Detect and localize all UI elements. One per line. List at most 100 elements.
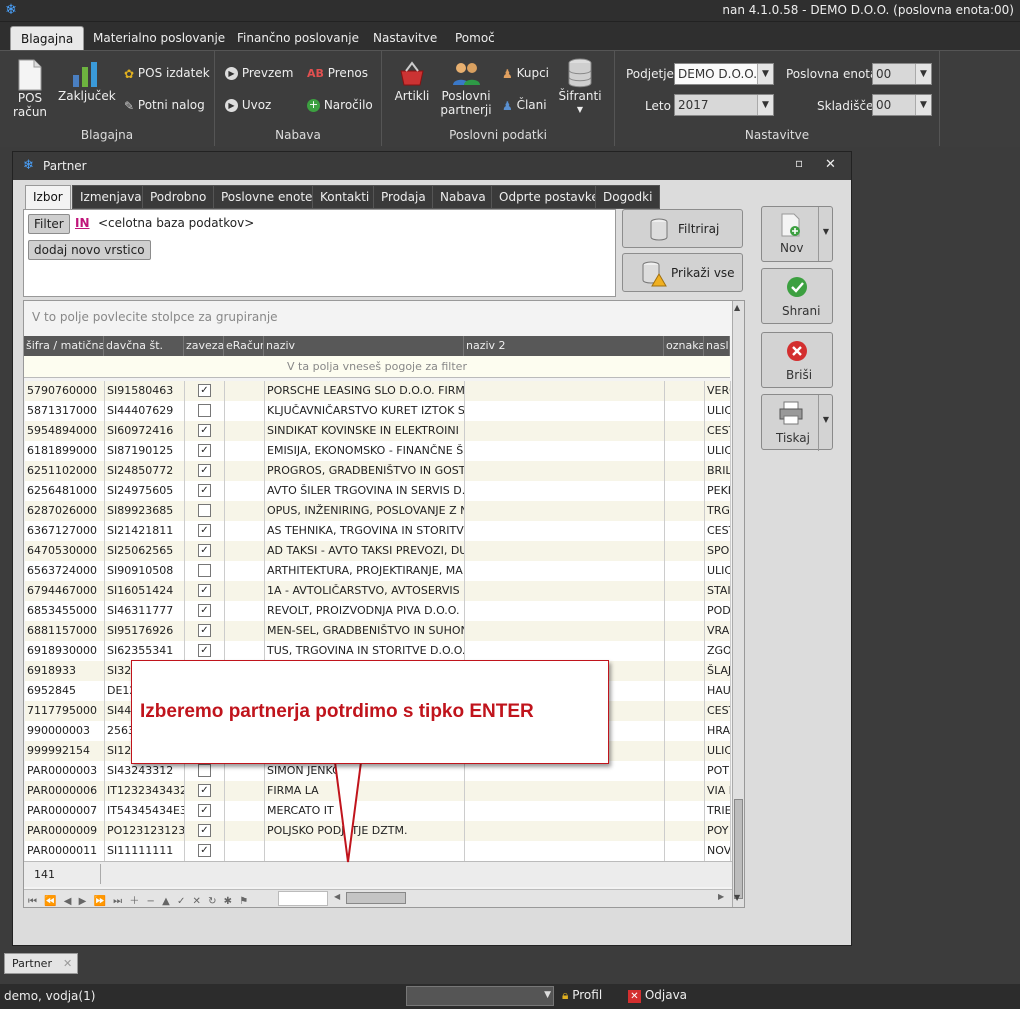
chevron-down-icon[interactable]: ▼ — [544, 990, 551, 1000]
pos-racun-button[interactable]: POS račun — [8, 59, 52, 119]
cell-naziv[interactable]: MEN-SEL, GRADBENIŠTVO IN SUHON — [265, 621, 465, 641]
menu-tab-financno-poslovanje[interactable]: Finančno poslovanje — [227, 28, 369, 50]
cell-naslov[interactable]: CEST — [705, 421, 731, 441]
sifranti-button[interactable]: Šifranti ▼ — [558, 57, 602, 117]
cell-davcna[interactable]: SI11111111 — [105, 841, 185, 861]
cell-sifra[interactable]: 6470530000 — [25, 541, 105, 561]
cell-naziv2[interactable] — [465, 601, 665, 621]
zaveza-checkbox[interactable] — [198, 404, 211, 417]
cell-eracun[interactable] — [225, 601, 265, 621]
pos-izdatek-button[interactable]: ✿ POS izdatek — [124, 66, 210, 81]
cell-sifra[interactable]: PAR0000003 — [25, 761, 105, 781]
navigator-icons[interactable]: ⏮ ⏪ ◀ ▶ ⏩ ⏭ ＋ − ▲ ✓ ✕ ↻ ✱ ⚑ — [28, 892, 250, 907]
scroll-down-icon[interactable]: ▼ — [734, 893, 740, 902]
cell-eracun[interactable] — [225, 421, 265, 441]
cell-sifra[interactable]: PAR0000006 — [25, 781, 105, 801]
cell-oznaka[interactable] — [665, 741, 705, 761]
cell-oznaka[interactable] — [665, 421, 705, 441]
cell-davcna[interactable]: IT54345434E32 — [105, 801, 185, 821]
table-row[interactable]: PAR0000003 SI43243312 SIMON JENKO POT — [25, 761, 731, 781]
cell-oznaka[interactable] — [665, 401, 705, 421]
cell-naslov[interactable]: VERO — [705, 381, 731, 401]
column-header-oznaka[interactable]: oznaka — [664, 336, 704, 356]
shrani-button[interactable]: Shrani — [761, 268, 833, 324]
in-operator[interactable]: IN — [75, 216, 90, 230]
cell-sifra[interactable]: 6181899000 — [25, 441, 105, 461]
cell-naziv2[interactable] — [465, 441, 665, 461]
cell-sifra[interactable]: 6952845 — [25, 681, 105, 701]
cell-zaveza[interactable]: ✓ — [185, 421, 225, 441]
cell-davcna[interactable]: SI46311777 — [105, 601, 185, 621]
cell-sifra[interactable]: 6853455000 — [25, 601, 105, 621]
zaveza-checkbox[interactable]: ✓ — [198, 584, 211, 597]
cell-naziv[interactable]: 1A - AVTOLIČARSTVO, AVTOSERVIS I — [265, 581, 465, 601]
cell-naslov[interactable]: TRG — [705, 501, 731, 521]
cell-naslov[interactable]: SPO — [705, 541, 731, 561]
cell-naziv[interactable]: EMISIJA, EKONOMSKO - FINANČNE Š — [265, 441, 465, 461]
filter-scope[interactable]: <celotna baza podatkov> — [98, 216, 254, 230]
chevron-down-icon[interactable]: ▼ — [818, 395, 833, 451]
cell-naziv[interactable]: SINDIKAT KOVINSKE IN ELEKTROINI — [265, 421, 465, 441]
clani-button[interactable]: ♟ Člani — [502, 98, 547, 113]
tab-izmenjava[interactable]: Izmenjava — [72, 185, 150, 209]
cell-oznaka[interactable] — [665, 381, 705, 401]
cell-naslov[interactable]: CEST — [705, 701, 731, 721]
cell-zaveza[interactable] — [185, 401, 225, 421]
tab-poslovne-enote[interactable]: Poslovne enote — [213, 185, 321, 209]
cell-zaveza[interactable]: ✓ — [185, 841, 225, 861]
cell-sifra[interactable]: 6918933 — [25, 661, 105, 681]
cell-eracun[interactable] — [225, 441, 265, 461]
cell-eracun[interactable] — [225, 781, 265, 801]
cell-zaveza[interactable]: ✓ — [185, 781, 225, 801]
zaveza-checkbox[interactable] — [198, 564, 211, 577]
zaveza-checkbox[interactable]: ✓ — [198, 844, 211, 857]
vertical-scroll-thumb[interactable] — [734, 799, 743, 899]
cell-davcna[interactable]: SI90910508 — [105, 561, 185, 581]
cell-naziv2[interactable] — [465, 581, 665, 601]
cell-davcna[interactable]: SI16051424 — [105, 581, 185, 601]
cell-naziv[interactable]: ARTHITEKTURA, PROJEKTIRANJE, MA — [265, 561, 465, 581]
cell-davcna[interactable]: SI21421811 — [105, 521, 185, 541]
zaveza-checkbox[interactable]: ✓ — [198, 524, 211, 537]
cell-oznaka[interactable] — [665, 721, 705, 741]
cell-zaveza[interactable] — [185, 761, 225, 781]
close-icon[interactable]: ✕ — [825, 157, 836, 172]
scroll-up-icon[interactable]: ▲ — [734, 303, 740, 312]
brisi-button[interactable]: Briši — [761, 332, 833, 388]
cell-naslov[interactable]: NOV — [705, 841, 731, 861]
cell-naziv[interactable]: AD TAKSI - AVTO TAKSI PREVOZI, DU — [265, 541, 465, 561]
cell-sifra[interactable]: 6918930000 — [25, 641, 105, 661]
cell-naziv2[interactable] — [465, 761, 665, 781]
cell-oznaka[interactable] — [665, 541, 705, 561]
status-combo[interactable]: ▼ — [406, 986, 554, 1006]
cell-naslov[interactable]: ULIC — [705, 441, 731, 461]
close-icon[interactable]: ✕ — [63, 957, 72, 970]
tab-prodaja[interactable]: Prodaja — [373, 185, 434, 209]
cell-naziv2[interactable] — [465, 841, 665, 861]
cell-oznaka[interactable] — [665, 581, 705, 601]
table-row[interactable]: 6367127000 SI21421811 ✓ AS TEHNIKA, TRGOVIN… — [25, 521, 731, 541]
profil-button[interactable]: 🔒︎ Profil — [562, 988, 602, 1003]
cell-zaveza[interactable] — [185, 561, 225, 581]
column-header-naslov[interactable]: naslov — [704, 336, 730, 356]
cell-sifra[interactable]: 5871317000 — [25, 401, 105, 421]
zaveza-checkbox[interactable]: ✓ — [198, 484, 211, 497]
table-row[interactable]: 6881157000 SI95176926 ✓ MEN-SEL, GRADBENIŠT… — [25, 621, 731, 641]
cell-naslov[interactable]: POT — [705, 761, 731, 781]
narocilo-button[interactable]: + Naročilo — [307, 98, 373, 112]
cell-davcna[interactable]: SI44407629 — [105, 401, 185, 421]
cell-sifra[interactable]: 6794467000 — [25, 581, 105, 601]
cell-sifra[interactable]: 6563724000 — [25, 561, 105, 581]
cell-oznaka[interactable] — [665, 441, 705, 461]
table-row[interactable]: PAR0000006IT1232343432✓FIRMA LAVIA L — [25, 781, 731, 801]
cell-zaveza[interactable]: ✓ — [185, 481, 225, 501]
cell-zaveza[interactable]: ✓ — [185, 521, 225, 541]
cell-davcna[interactable]: SI60972416 — [105, 421, 185, 441]
poslovni-partnerji-button[interactable]: Poslovni partnerji — [438, 59, 494, 117]
table-row[interactable]: 5954894000 SI60972416 ✓ SINDIKAT KOVINSKE I… — [25, 421, 731, 441]
column-header-davcna[interactable]: davčna št. — [104, 336, 184, 356]
chevron-down-icon[interactable]: ▼ — [915, 64, 931, 84]
table-row[interactable]: 6918930000 SI62355341 ✓ TUS, TRGOVINA IN ST… — [25, 641, 731, 661]
cell-eracun[interactable] — [225, 621, 265, 641]
tab-podrobno[interactable]: Podrobno — [142, 185, 215, 209]
